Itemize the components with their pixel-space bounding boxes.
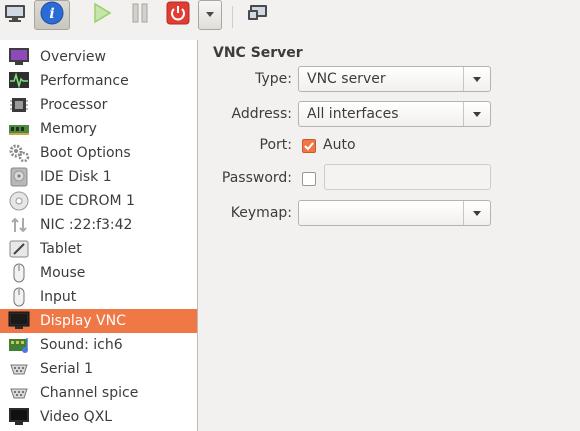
- info-icon: i: [39, 0, 65, 30]
- sidebar-item-label: Processor: [40, 97, 108, 113]
- sidebar-item-boot-options[interactable]: Boot Options: [0, 141, 197, 165]
- address-label: Address:: [231, 106, 292, 122]
- address-value: All interfaces: [307, 106, 399, 122]
- sidebar-item-label: Sound: ich6: [40, 337, 123, 353]
- type-label: Type:: [255, 71, 292, 87]
- monitor-icon: [4, 3, 26, 27]
- sidebar-item-video[interactable]: Video QXL: [0, 405, 197, 429]
- port-auto-label: Auto: [323, 137, 356, 153]
- hardware-list: Overview Performance Processor Memory Bo…: [0, 40, 198, 431]
- sidebar-item-label: Display VNC: [40, 313, 126, 329]
- screenshot-button[interactable]: [244, 0, 272, 30]
- toolbar-separator: [232, 6, 233, 28]
- sidebar-item-channel[interactable]: Channel spice: [0, 381, 197, 405]
- sidebar-item-label: NIC :22:f3:42: [40, 217, 133, 233]
- sidebar-item-tablet[interactable]: Tablet: [0, 237, 197, 261]
- sound-icon: [7, 334, 31, 356]
- shutdown-menu-button[interactable]: [198, 0, 222, 30]
- sidebar-item-processor[interactable]: Processor: [0, 93, 197, 117]
- sidebar-item-label: Mouse: [40, 265, 86, 281]
- video-icon: [7, 406, 31, 428]
- sidebar-item-label: IDE CDROM 1: [40, 193, 135, 209]
- sidebar-item-label: IDE Disk 1: [40, 169, 112, 185]
- play-icon: [92, 2, 112, 28]
- mouse-icon: [7, 262, 31, 284]
- details-button[interactable]: i: [34, 0, 70, 30]
- shutdown-button[interactable]: [164, 0, 192, 30]
- sidebar-item-label: Tablet: [40, 241, 82, 257]
- sidebar-item-nic[interactable]: NIC :22:f3:42: [0, 213, 197, 237]
- chevron-down-icon: [464, 109, 490, 119]
- password-checkbox[interactable]: [302, 172, 316, 186]
- serial-icon: [7, 358, 31, 380]
- sidebar-item-ide-cdrom[interactable]: IDE CDROM 1: [0, 189, 197, 213]
- sidebar-item-serial[interactable]: Serial 1: [0, 357, 197, 381]
- cdrom-icon: [7, 190, 31, 212]
- port-label: Port:: [259, 137, 292, 153]
- disk-icon: [7, 166, 31, 188]
- section-title: VNC Server: [213, 45, 303, 61]
- network-icon: [7, 214, 31, 236]
- keymap-label: Keymap:: [230, 205, 292, 221]
- memory-icon: [7, 118, 31, 140]
- power-icon: [166, 1, 190, 29]
- chevron-down-icon: [464, 74, 490, 84]
- input-icon: [7, 286, 31, 308]
- overview-icon: [7, 46, 31, 68]
- chevron-down-icon: [204, 7, 216, 23]
- sidebar-item-label: Serial 1: [40, 361, 93, 377]
- sidebar-item-label: Boot Options: [40, 145, 131, 161]
- svg-text:i: i: [49, 6, 54, 22]
- sidebar-item-label: Performance: [40, 73, 129, 89]
- sidebar-item-label: Input: [40, 289, 77, 305]
- gear-icon: [7, 142, 31, 164]
- sidebar-item-label: Channel spice: [40, 385, 139, 401]
- run-button[interactable]: [88, 0, 116, 30]
- password-label: Password:: [221, 170, 292, 186]
- type-value: VNC server: [307, 71, 386, 87]
- password-field[interactable]: [324, 164, 491, 190]
- console-button[interactable]: [0, 0, 30, 30]
- sidebar-item-input[interactable]: Input: [0, 285, 197, 309]
- screenshot-icon: [247, 3, 269, 27]
- channel-icon: [7, 382, 31, 404]
- vnc-details-panel: VNC Server Type: VNC server Address: All…: [198, 40, 580, 431]
- sidebar-item-overview[interactable]: Overview: [0, 45, 197, 69]
- sidebar-item-memory[interactable]: Memory: [0, 117, 197, 141]
- type-dropdown[interactable]: VNC server: [298, 66, 491, 92]
- toolbar: i: [0, 0, 580, 34]
- tablet-icon: [7, 238, 31, 260]
- display-icon: [7, 310, 31, 332]
- sidebar-item-mouse[interactable]: Mouse: [0, 261, 197, 285]
- sidebar-item-label: Video QXL: [40, 409, 113, 425]
- pause-icon: [130, 2, 150, 28]
- sidebar-item-ide-disk[interactable]: IDE Disk 1: [0, 165, 197, 189]
- pause-button[interactable]: [126, 0, 154, 30]
- processor-icon: [7, 94, 31, 116]
- address-dropdown[interactable]: All interfaces: [298, 101, 491, 127]
- sidebar-item-display-vnc[interactable]: Display VNC: [0, 309, 197, 333]
- sidebar-item-sound[interactable]: Sound: ich6: [0, 333, 197, 357]
- sidebar-item-performance[interactable]: Performance: [0, 69, 197, 93]
- port-auto-checkbox[interactable]: [302, 139, 316, 153]
- keymap-dropdown[interactable]: [298, 200, 491, 226]
- sidebar-item-label: Memory: [40, 121, 97, 137]
- chevron-down-icon: [464, 208, 490, 218]
- sidebar-item-label: Overview: [40, 49, 106, 65]
- performance-icon: [7, 70, 31, 92]
